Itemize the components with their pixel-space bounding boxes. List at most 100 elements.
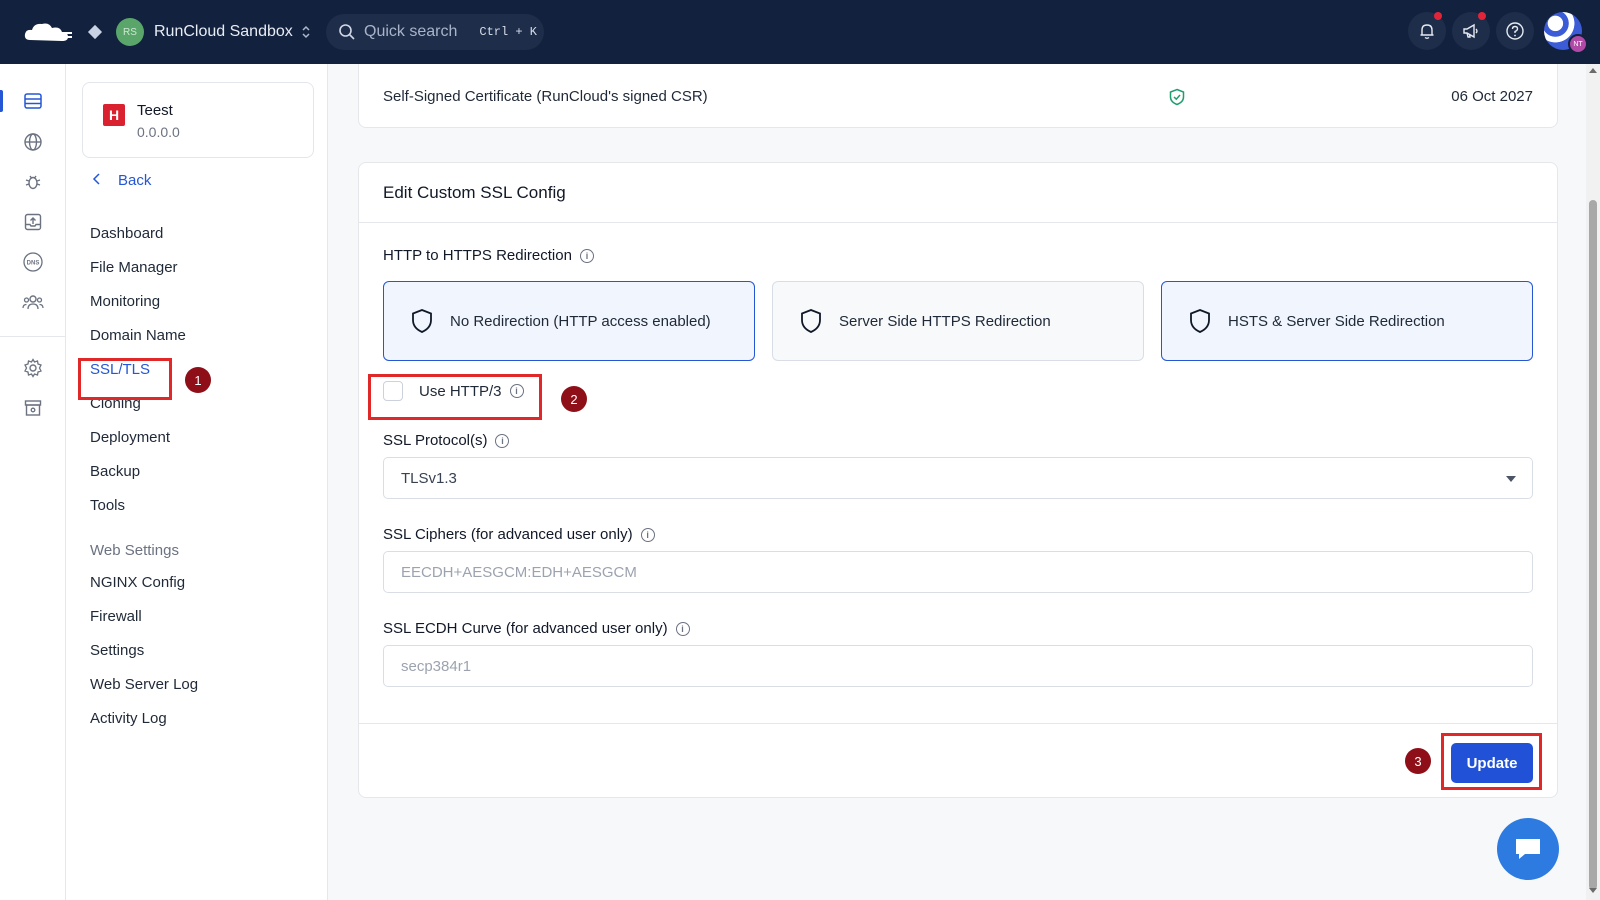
sidebar-item-settings[interactable]: Settings (90, 642, 144, 659)
ssl-protocol-select[interactable]: TLSv1.3 (383, 457, 1533, 499)
servers-icon[interactable] (21, 89, 45, 113)
user-initials-badge: NT (1568, 34, 1588, 54)
highlight-use-http3 (368, 374, 542, 420)
option-no-redirection[interactable]: No Redirection (HTTP access enabled) (383, 281, 755, 361)
redirection-label: HTTP to HTTPS Redirection i (383, 247, 594, 264)
chat-bubble-icon (1516, 839, 1540, 859)
info-icon[interactable]: i (579, 248, 594, 263)
sidebar-item-nginx-config[interactable]: NGINX Config (90, 574, 185, 591)
chevron-up-down-icon (301, 24, 311, 40)
certificate-expiry: 06 Oct 2027 (1451, 88, 1533, 105)
sidebar-item-activity-log[interactable]: Activity Log (90, 710, 167, 727)
sidebar-item-backup[interactable]: Backup (90, 463, 140, 480)
sidebar-item-firewall[interactable]: Firewall (90, 608, 142, 625)
ssl-ecdh-placeholder: secp384r1 (401, 657, 472, 675)
app-logo-icon: H (103, 104, 125, 126)
globe-icon[interactable] (21, 130, 45, 154)
bug-icon[interactable] (21, 170, 45, 194)
ssl-ciphers-placeholder: EECDH+AESGCM:EDH+AESGCM (401, 563, 637, 581)
archive-icon[interactable] (21, 396, 45, 420)
scrollbar-thumb[interactable] (1589, 200, 1597, 890)
user-avatar[interactable]: NT (1544, 12, 1588, 54)
ssl-config-panel: Edit Custom SSL Config HTTP to HTTPS Red… (358, 162, 1558, 798)
chevron-left-icon (92, 172, 102, 189)
option-hsts-server-side-redirection[interactable]: HSTS & Server Side Redirection (1161, 281, 1533, 361)
ssl-ciphers-label: SSL Ciphers (for advanced user only) i (383, 526, 655, 543)
shield-icon (801, 309, 821, 333)
step-badge-2: 2 (561, 386, 587, 412)
ssl-protocol-label-text: SSL Protocol(s) (383, 432, 488, 449)
web-app-card[interactable]: H Teest 0.0.0.0 (82, 82, 314, 158)
sidebar-item-deployment[interactable]: Deployment (90, 429, 170, 446)
top-navigation-bar: RS RunCloud Sandbox Quick search Ctrl + … (0, 0, 1600, 64)
option-label: No Redirection (HTTP access enabled) (450, 312, 711, 330)
ssl-ecdh-input[interactable]: secp384r1 (383, 645, 1533, 687)
sidebar-item-monitoring[interactable]: Monitoring (90, 293, 160, 310)
rail-active-indicator (0, 90, 3, 112)
highlight-update-button (1441, 733, 1542, 790)
team-icon[interactable] (21, 290, 45, 314)
info-icon[interactable]: i (675, 621, 690, 636)
page-scrollbar[interactable] (1586, 64, 1600, 900)
shield-icon (1190, 309, 1210, 333)
sidebar-item-tools[interactable]: Tools (90, 497, 125, 514)
app-ip: 0.0.0.0 (137, 124, 180, 140)
shield-icon (412, 309, 432, 333)
gear-icon[interactable] (21, 356, 45, 380)
info-icon[interactable]: i (495, 433, 510, 448)
help-button[interactable] (1496, 12, 1534, 50)
notifications-button[interactable] (1408, 12, 1446, 50)
separator-diamond-icon (87, 24, 103, 40)
svg-text:DNS: DNS (27, 261, 40, 267)
web-app-sidebar: H Teest 0.0.0.0 Back Dashboard File Mana… (66, 64, 328, 900)
option-label: HSTS & Server Side Redirection (1228, 312, 1445, 330)
ssl-ciphers-label-text: SSL Ciphers (for advanced user only) (383, 526, 633, 543)
megaphone-icon (1463, 23, 1478, 39)
upload-box-icon[interactable] (21, 210, 45, 234)
help-circle-icon (1506, 22, 1524, 40)
highlight-ssl-tls (78, 358, 172, 400)
panel-footer-divider (359, 723, 1557, 724)
ssl-ecdh-label-text: SSL ECDH Curve (for advanced user only) (383, 620, 668, 637)
dns-icon[interactable]: DNS (21, 250, 45, 274)
step-badge-1: 1 (185, 367, 211, 393)
option-server-side-https-redirection[interactable]: Server Side HTTPS Redirection (772, 281, 1144, 361)
icon-rail: DNS (0, 64, 66, 900)
workspace-name: RunCloud Sandbox (154, 23, 293, 40)
option-label: Server Side HTTPS Redirection (839, 312, 1051, 330)
search-placeholder: Quick search (364, 23, 458, 40)
sidebar-item-web-server-log[interactable]: Web Server Log (90, 676, 198, 693)
ssl-ciphers-input[interactable]: EECDH+AESGCM:EDH+AESGCM (383, 551, 1533, 593)
announcements-button[interactable] (1452, 12, 1490, 50)
caret-down-icon (1506, 476, 1516, 482)
shield-check-icon (1169, 88, 1185, 110)
redirection-label-text: HTTP to HTTPS Redirection (383, 247, 572, 264)
search-shortcut: Ctrl + K (479, 25, 537, 39)
announcement-dot (1478, 12, 1486, 20)
scroll-down-arrow-icon[interactable] (1589, 888, 1597, 893)
sidebar-item-file-manager[interactable]: File Manager (90, 259, 178, 276)
back-link[interactable]: Back (92, 172, 151, 189)
certificate-name: Self-Signed Certificate (RunCloud's sign… (383, 88, 708, 105)
search-icon (339, 24, 355, 40)
workspace-switcher[interactable]: RS RunCloud Sandbox (116, 17, 311, 47)
info-icon[interactable]: i (640, 527, 655, 542)
ssl-ecdh-label: SSL ECDH Curve (for advanced user only) … (383, 620, 690, 637)
ssl-protocol-label: SSL Protocol(s) i (383, 432, 510, 449)
chat-widget-button[interactable] (1497, 818, 1559, 880)
workspace-avatar: RS (116, 18, 144, 46)
app-name: Teest (137, 102, 173, 119)
topbar-actions: NT (1408, 12, 1588, 54)
sidebar-item-domain-name[interactable]: Domain Name (90, 327, 186, 344)
runcloud-logo-icon[interactable] (22, 20, 74, 46)
notification-dot (1434, 12, 1442, 20)
sidebar-section-web-settings: Web Settings (90, 542, 179, 559)
certificate-card: Self-Signed Certificate (RunCloud's sign… (358, 64, 1558, 128)
step-badge-3: 3 (1405, 748, 1431, 774)
panel-title: Edit Custom SSL Config (359, 163, 1557, 223)
rail-divider (0, 336, 66, 337)
ssl-protocol-value: TLSv1.3 (401, 469, 457, 487)
scroll-up-arrow-icon[interactable] (1589, 68, 1597, 73)
quick-search-input[interactable]: Quick search Ctrl + K (326, 14, 544, 50)
sidebar-item-dashboard[interactable]: Dashboard (90, 225, 163, 242)
